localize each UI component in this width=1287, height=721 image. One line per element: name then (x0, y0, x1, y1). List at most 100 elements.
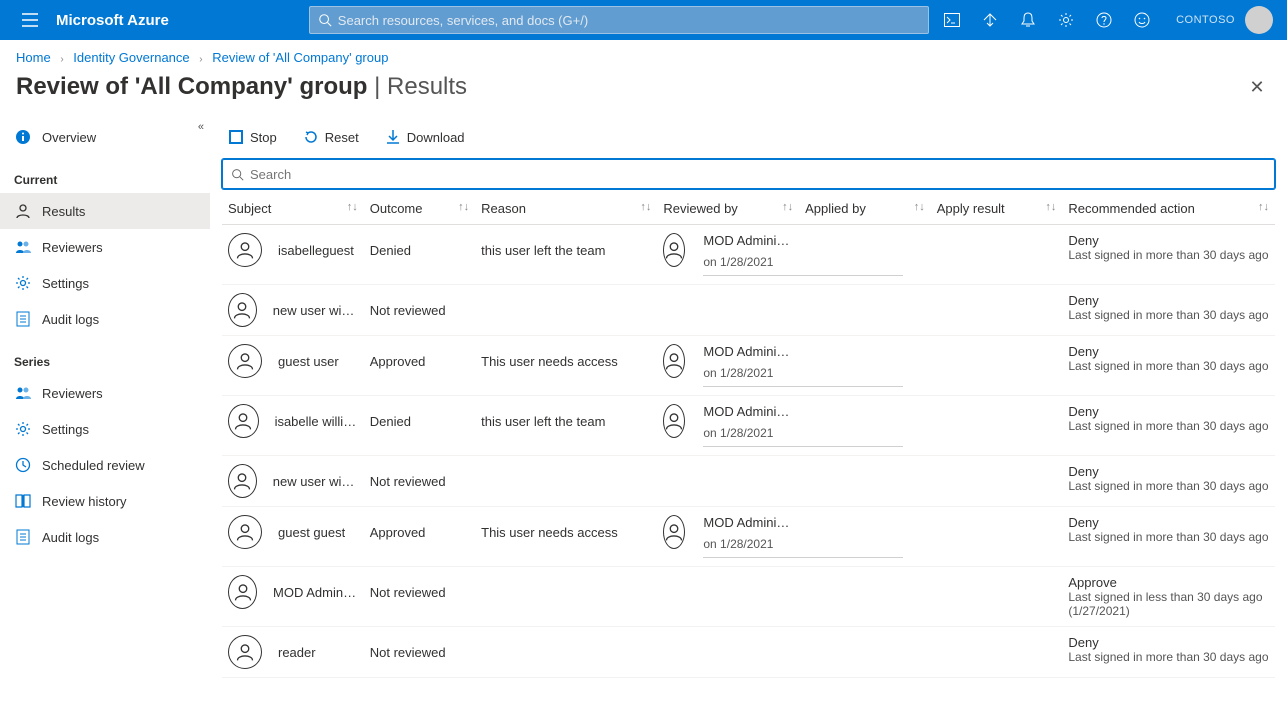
col-recommended[interactable]: Recommended action↑↓ (1062, 193, 1275, 225)
filter-search[interactable] (222, 159, 1275, 189)
close-blade-button[interactable]: ✕ (1243, 73, 1271, 101)
outcome-cell: Denied (364, 225, 475, 285)
subject-name: MOD Administr… (273, 585, 358, 600)
directory-icon[interactable] (972, 0, 1008, 40)
sidebar-item-overview[interactable]: Overview (0, 119, 210, 155)
sort-icon[interactable]: ↑↓ (914, 201, 925, 213)
table-row[interactable]: isabelle williamsDeniedthis user left th… (222, 396, 1275, 456)
help-icon[interactable] (1086, 0, 1122, 40)
apply-result-cell (931, 627, 1063, 678)
outcome-cell: Not reviewed (364, 285, 475, 336)
reason-cell: this user left the team (475, 396, 657, 456)
sidebar-item-reviewers[interactable]: Reviewers (0, 375, 210, 411)
sort-icon[interactable]: ↑↓ (347, 201, 358, 213)
sidebar-item-results[interactable]: Results (0, 193, 210, 229)
applied-by-cell (799, 285, 931, 336)
sidebar-item-audit-logs[interactable]: Audit logs (0, 519, 210, 555)
outcome-cell: Not reviewed (364, 456, 475, 507)
stop-button[interactable]: Stop (222, 125, 283, 149)
avatar-icon (228, 344, 262, 378)
sort-icon[interactable]: ↑↓ (782, 201, 793, 213)
sidebar-item-settings[interactable]: Settings (0, 265, 210, 301)
people-icon (14, 238, 32, 256)
cloud-shell-icon[interactable] (934, 0, 970, 40)
sidebar-item-audit-logs[interactable]: Audit logs (0, 301, 210, 337)
settings-icon[interactable] (1048, 0, 1084, 40)
reset-button[interactable]: Reset (297, 125, 365, 149)
outcome-cell: Denied (364, 396, 475, 456)
col-applied-by[interactable]: Applied by↑↓ (799, 193, 931, 225)
sidebar-item-label: Review history (42, 494, 127, 509)
recommended-action: Deny (1068, 635, 1269, 650)
global-search[interactable] (309, 6, 929, 34)
table-row[interactable]: isabelleguestDeniedthis user left the te… (222, 225, 1275, 285)
sidebar-item-settings[interactable]: Settings (0, 411, 210, 447)
feedback-icon[interactable] (1124, 0, 1160, 40)
apply-result-cell (931, 456, 1063, 507)
menu-toggle[interactable] (10, 0, 50, 40)
review-date: on 1/28/2021 (703, 537, 903, 558)
global-search-input[interactable] (338, 13, 920, 28)
apply-result-cell (931, 285, 1063, 336)
col-outcome[interactable]: Outcome↑↓ (364, 193, 475, 225)
sort-icon[interactable]: ↑↓ (1045, 201, 1056, 213)
apply-result-cell (931, 396, 1063, 456)
sort-icon[interactable]: ↑↓ (640, 201, 651, 213)
table-row[interactable]: guest userApprovedThis user needs access… (222, 336, 1275, 396)
recommended-detail: Last signed in more than 30 days ago (1068, 530, 1269, 544)
results-table: Subject↑↓ Outcome↑↓ Reason↑↓ Reviewed by… (222, 193, 1275, 678)
recommended-action: Deny (1068, 464, 1269, 479)
brand-label[interactable]: Microsoft Azure (56, 12, 169, 29)
table-row[interactable]: readerNot reviewedDenyLast signed in mor… (222, 627, 1275, 678)
table-row[interactable]: MOD Administr…Not reviewedApproveLast si… (222, 567, 1275, 627)
recommended-detail: Last signed in more than 30 days ago (1068, 479, 1269, 493)
sidebar-item-label: Audit logs (42, 312, 99, 327)
user-avatar[interactable] (1245, 6, 1273, 34)
col-reason[interactable]: Reason↑↓ (475, 193, 657, 225)
sidebar-item-label: Settings (42, 276, 89, 291)
sidebar-heading-current: Current (0, 155, 210, 193)
avatar-icon (228, 293, 257, 327)
gear-icon (14, 420, 32, 438)
table-row[interactable]: guest guestApprovedThis user needs acces… (222, 507, 1275, 567)
col-reviewed-by[interactable]: Reviewed by↑↓ (657, 193, 799, 225)
sort-icon[interactable]: ↑↓ (1258, 201, 1269, 213)
reviewer-name: MOD Administr… (703, 404, 793, 419)
apply-result-cell (931, 225, 1063, 285)
breadcrumb-review[interactable]: Review of 'All Company' group (212, 50, 388, 65)
clock-icon (14, 456, 32, 474)
reviewer-name: MOD Administr… (703, 515, 793, 530)
log-icon (14, 528, 32, 546)
person-icon (14, 202, 32, 220)
table-row[interactable]: new user with m…Not reviewedDenyLast sig… (222, 456, 1275, 507)
avatar-icon (663, 515, 685, 549)
apply-result-cell (931, 507, 1063, 567)
review-date: on 1/28/2021 (703, 366, 903, 387)
col-apply-result[interactable]: Apply result↑↓ (931, 193, 1063, 225)
subject-name: reader (278, 645, 316, 660)
sidebar-item-scheduled-review[interactable]: Scheduled review (0, 447, 210, 483)
reason-cell (475, 456, 657, 507)
avatar-icon (663, 404, 685, 438)
notifications-icon[interactable] (1010, 0, 1046, 40)
breadcrumb-home[interactable]: Home (16, 50, 51, 65)
recommended-action: Deny (1068, 233, 1269, 248)
table-row[interactable]: new user with m…Not reviewedDenyLast sig… (222, 285, 1275, 336)
collapse-sidebar-button[interactable]: « (198, 121, 204, 133)
recommended-action: Approve (1068, 575, 1269, 590)
filter-search-input[interactable] (250, 167, 1266, 182)
sort-icon[interactable]: ↑↓ (458, 201, 469, 213)
outcome-cell: Not reviewed (364, 567, 475, 627)
breadcrumb-identity-governance[interactable]: Identity Governance (73, 50, 189, 65)
col-subject[interactable]: Subject↑↓ (222, 193, 364, 225)
tenant-label: CONTOSO (1176, 14, 1235, 26)
recommended-action: Deny (1068, 404, 1269, 419)
outcome-cell: Not reviewed (364, 627, 475, 678)
download-button[interactable]: Download (379, 125, 471, 149)
sidebar-item-reviewers[interactable]: Reviewers (0, 229, 210, 265)
sidebar-item-review-history[interactable]: Review history (0, 483, 210, 519)
book-icon (14, 492, 32, 510)
avatar-icon (228, 464, 257, 498)
applied-by-cell (799, 627, 931, 678)
review-date: on 1/28/2021 (703, 426, 903, 447)
